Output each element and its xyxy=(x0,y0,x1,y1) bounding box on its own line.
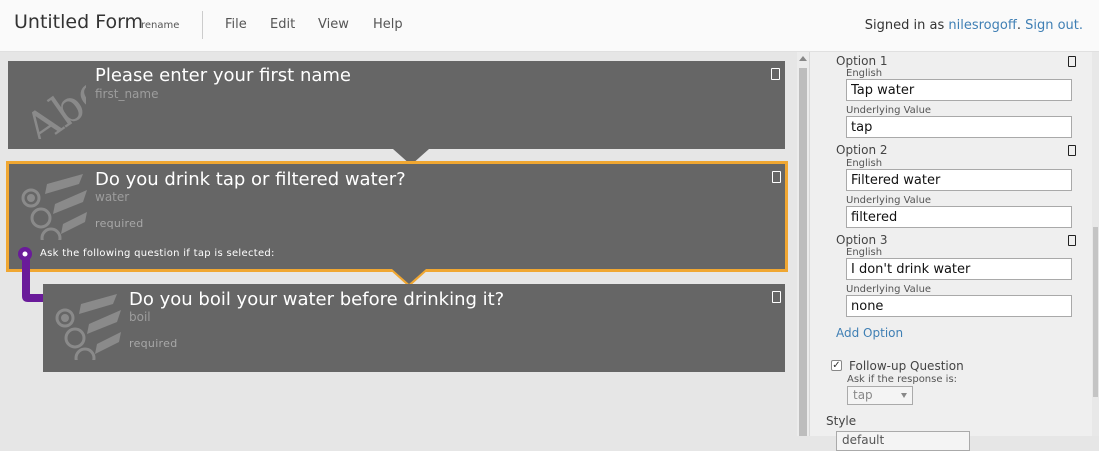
underlying-value-label: Underlying Value xyxy=(846,195,932,206)
add-option-link[interactable]: Add Option xyxy=(836,326,903,340)
english-label: English xyxy=(846,247,883,258)
username-link[interactable]: nilesrogoff xyxy=(948,18,1016,33)
delete-question-icon[interactable] xyxy=(771,68,780,80)
required-label: required xyxy=(129,337,178,350)
menu-help[interactable]: Help xyxy=(373,17,403,32)
header-divider xyxy=(202,11,203,39)
multiple-choice-icon xyxy=(21,174,87,240)
properties-panel: Option 1 English Underlying Value Option… xyxy=(809,52,1099,451)
flow-arrow-inner xyxy=(392,269,426,284)
scrollbar-thumb[interactable] xyxy=(799,68,807,436)
ask-if-label: Ask if the response is: xyxy=(847,374,958,385)
question-card-selected[interactable]: Do you drink tap or filtered water? wate… xyxy=(6,161,788,272)
required-label: required xyxy=(95,217,144,230)
menu-edit[interactable]: Edit xyxy=(270,17,295,32)
app-header: Untitled Form rename File Edit View Help… xyxy=(0,0,1099,52)
delete-option-icon[interactable] xyxy=(1068,145,1076,156)
signed-in-prefix: Signed in as xyxy=(864,18,945,33)
panel-scrollbar-thumb[interactable] xyxy=(1093,227,1098,397)
style-select[interactable]: default xyxy=(836,431,970,451)
question-title: Please enter your first name xyxy=(95,65,352,86)
multiple-choice-icon xyxy=(55,294,121,360)
scroll-up-arrow[interactable] xyxy=(799,56,807,61)
question-varname: first_name xyxy=(95,87,159,101)
question-title: Do you drink tap or filtered water? xyxy=(95,169,406,190)
panel-scrollbar[interactable] xyxy=(1092,52,1099,436)
form-title: Untitled Form xyxy=(14,11,144,33)
underlying-value-label: Underlying Value xyxy=(846,105,932,116)
delete-question-icon[interactable] xyxy=(772,171,781,183)
question-varname: water xyxy=(95,190,130,204)
text-abc-icon: Abc xyxy=(18,73,86,139)
question-varname: boil xyxy=(129,310,151,324)
rename-link[interactable]: rename xyxy=(141,20,179,31)
menu-file[interactable]: File xyxy=(225,17,247,32)
menu-view[interactable]: View xyxy=(318,17,349,32)
underlying-value-label: Underlying Value xyxy=(846,284,932,295)
question-workspace: Abc Please enter your first name first_n… xyxy=(0,52,797,436)
chevron-down-icon xyxy=(901,393,907,398)
option-value-input[interactable] xyxy=(846,206,1072,228)
ask-if-select[interactable]: tap xyxy=(847,386,913,405)
question-card[interactable]: Abc Please enter your first name first_n… xyxy=(8,61,785,149)
option-label: Option 2 xyxy=(836,143,888,157)
workspace-scrollbar[interactable] xyxy=(797,52,809,436)
style-label: Style xyxy=(826,414,857,428)
signin-status: Signed in as nilesrogoff. Sign out. xyxy=(864,18,1083,33)
option-label: Option 3 xyxy=(836,233,888,247)
followup-condition-text: Ask the following question if tap is sel… xyxy=(40,248,275,259)
delete-question-icon[interactable] xyxy=(772,291,781,303)
delete-option-icon[interactable] xyxy=(1068,56,1076,67)
option-value-input[interactable] xyxy=(846,116,1072,138)
followup-checkbox[interactable]: ✓ xyxy=(831,360,842,371)
question-title: Do you boil your water before drinking i… xyxy=(129,289,505,310)
delete-option-icon[interactable] xyxy=(1068,235,1076,246)
option-value-input[interactable] xyxy=(846,295,1072,317)
english-label: English xyxy=(846,158,883,169)
option-label: Option 1 xyxy=(836,54,888,68)
option-english-input[interactable] xyxy=(846,79,1072,101)
ask-if-value: tap xyxy=(853,388,873,402)
followup-label: Follow-up Question xyxy=(849,359,964,373)
option-english-input[interactable] xyxy=(846,169,1072,191)
svg-text:Abc: Abc xyxy=(18,73,86,139)
signout-link[interactable]: Sign out. xyxy=(1025,18,1083,33)
question-card[interactable]: Do you boil your water before drinking i… xyxy=(43,284,785,372)
english-label: English xyxy=(846,68,883,79)
option-english-input[interactable] xyxy=(846,258,1072,280)
style-value: default xyxy=(842,433,885,447)
